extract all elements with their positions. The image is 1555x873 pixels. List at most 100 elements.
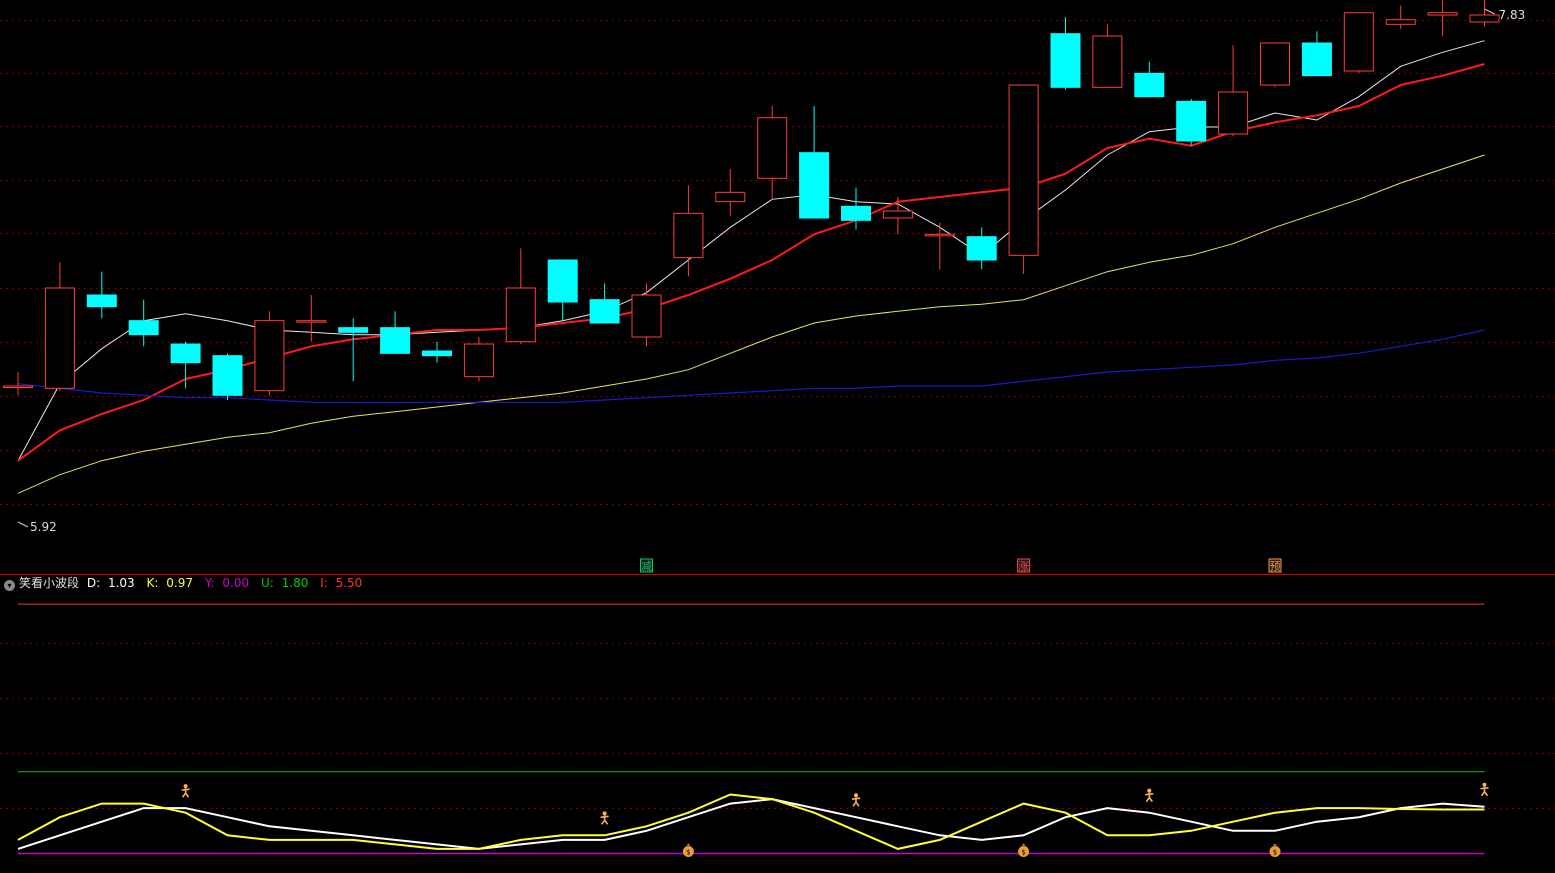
candle (1050, 17, 1081, 90)
candle (463, 337, 494, 382)
money-bag-icon: $ (1018, 843, 1030, 857)
candle (757, 106, 788, 200)
candle-body (422, 350, 452, 357)
high-price-label: 7.83 (1499, 8, 1526, 22)
money-bag-symbol: $ (686, 848, 690, 856)
candle-body (1008, 84, 1039, 256)
candle-body (799, 152, 830, 219)
ma-line-2 (17, 63, 1485, 462)
candle-body (1134, 72, 1165, 98)
person-head (1147, 788, 1152, 793)
candle (380, 311, 411, 354)
candle-body (1092, 35, 1123, 88)
signal-text: 涨 (1018, 560, 1029, 573)
candle-body (631, 294, 662, 338)
candle (547, 259, 578, 321)
candle (1092, 24, 1123, 88)
moving-average-lines (17, 40, 1485, 494)
stock-chart[interactable]: 7.83 5.92 减 涨 预 $ $ $ (0, 0, 1555, 873)
person-head (183, 784, 188, 789)
money-bag-icon: $ (682, 843, 694, 857)
candle-body (380, 327, 411, 354)
candle-body (924, 233, 955, 237)
candle (338, 318, 369, 382)
candle (44, 262, 75, 391)
candle (924, 222, 955, 270)
signal-badge: 预 (1268, 558, 1282, 573)
candle (422, 341, 452, 363)
candle-body (1343, 12, 1374, 72)
candle (1343, 12, 1374, 74)
indicator-y-field: Y: 0.00 (204, 576, 250, 590)
candle-body (338, 327, 369, 333)
candle-body (757, 117, 788, 179)
candle (1218, 45, 1249, 137)
person-body (181, 788, 190, 798)
candle-body (170, 343, 201, 364)
candle-body (1469, 14, 1500, 23)
person-head (602, 811, 607, 816)
person-body (1480, 786, 1489, 797)
indicator-line-d (17, 798, 1485, 850)
candle (589, 283, 620, 324)
signal-badges: 减涨预 (640, 558, 1282, 573)
candle (1134, 61, 1165, 98)
candle (1301, 31, 1332, 77)
candle-body (3, 385, 33, 388)
money-bag-knot (1021, 843, 1026, 846)
indicator-i-field: I: 5.50 (320, 576, 363, 590)
money-bag-symbol: $ (1021, 848, 1025, 856)
candlesticks (3, 0, 1500, 400)
price-labels: 7.83 5.92 (17, 8, 1526, 534)
candle (86, 271, 117, 319)
candle (1469, 0, 1500, 27)
low-pointer (17, 521, 29, 528)
candle-body (882, 210, 913, 219)
candle (296, 295, 327, 342)
candle-body (44, 287, 75, 389)
person-icon (1145, 788, 1154, 803)
candle (882, 197, 913, 235)
chevron-down-icon[interactable]: ▾ (4, 580, 15, 591)
person-head (854, 793, 858, 798)
candle (715, 169, 746, 216)
candle (1385, 5, 1416, 29)
candle-body (505, 287, 536, 343)
person-head (1482, 782, 1487, 787)
candle-body (128, 320, 159, 336)
candle-body (966, 236, 997, 261)
candle (1427, 0, 1458, 36)
candle (1176, 99, 1207, 146)
money-bag-icon: $ (1269, 843, 1281, 857)
candle (1008, 84, 1039, 274)
candle-body (463, 343, 494, 378)
candle-body (589, 299, 620, 324)
indicator-name: 笑看小波段 (19, 576, 80, 590)
low-price-label: 5.92 (30, 520, 57, 534)
money-bag-knot (1273, 843, 1277, 846)
person-icon (600, 811, 609, 825)
candle-body (673, 212, 704, 259)
signal-badge: 减 (640, 558, 653, 573)
candle (254, 311, 285, 396)
candle-body (86, 294, 117, 308)
candle (631, 283, 662, 347)
indicator-lines (17, 603, 1485, 855)
candle (505, 248, 536, 344)
money-bag-symbol: $ (1273, 848, 1277, 856)
ma-line-3 (17, 154, 1485, 494)
candle-body (212, 355, 243, 396)
indicator-header: ▾ 笑看小波段 D: 1.03 K: 0.97 Y: 0.00 U: 1.80 I… (4, 574, 370, 592)
candle (673, 185, 704, 277)
candle-body (715, 191, 746, 203)
indicator-k-field: K: 0.97 (146, 576, 193, 590)
candle (1260, 42, 1290, 88)
money-bag-knot (686, 843, 691, 846)
indicator-markers: $ $ $ (181, 782, 1489, 857)
signal-text: 减 (641, 560, 652, 573)
person-icon (181, 784, 190, 798)
person-body (1145, 792, 1154, 803)
candle-body (1427, 12, 1458, 16)
signal-text: 预 (1270, 560, 1281, 573)
candle-body (1385, 19, 1416, 25)
